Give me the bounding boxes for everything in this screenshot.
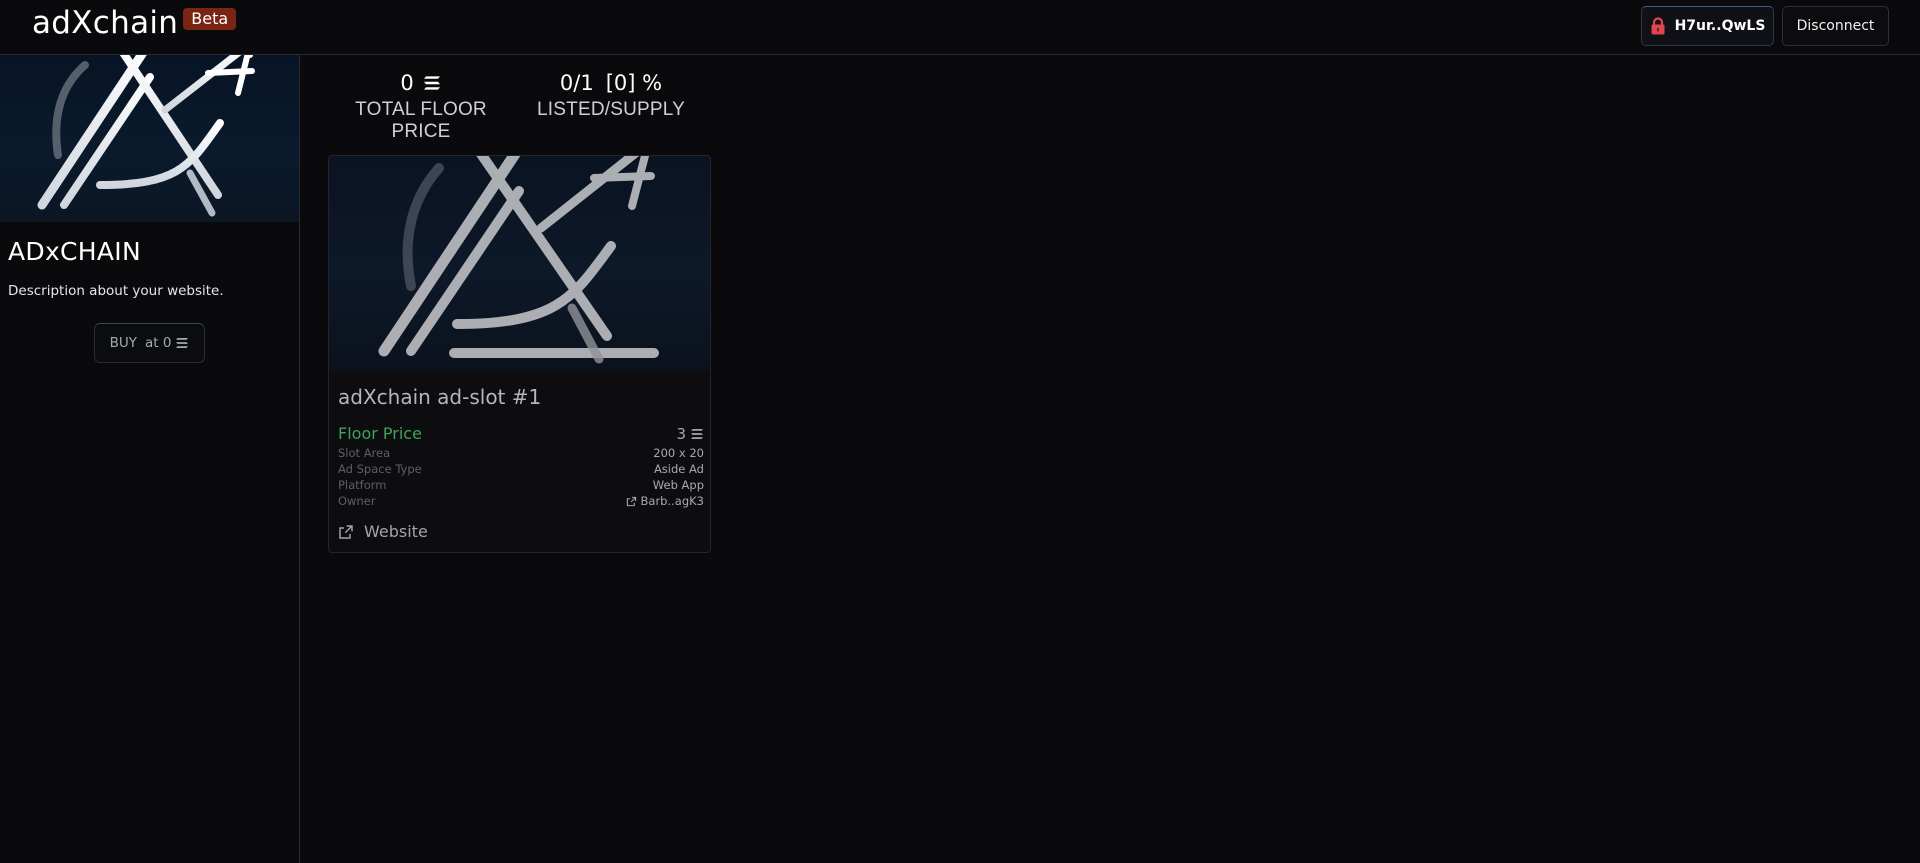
solana-icon xyxy=(691,428,703,439)
floor-price-value: 3 xyxy=(676,424,686,443)
detail-value: Aside Ad xyxy=(653,462,704,476)
beta-badge: Beta xyxy=(183,8,237,30)
detail-key: Slot Area xyxy=(338,446,391,460)
external-link-icon xyxy=(626,496,636,506)
detail-row-owner: Owner Barb..agK3 xyxy=(338,493,704,509)
website-link[interactable]: Website xyxy=(338,522,428,541)
owner-address: Barb..agK3 xyxy=(640,494,704,508)
ad-slot-details: Slot Area 200 x 20 Ad Space Type Aside A… xyxy=(338,445,704,509)
solana-icon xyxy=(176,338,189,348)
total-floor-price-label: TOTAL FLOOR PRICE xyxy=(355,99,487,142)
detail-key: Owner xyxy=(338,494,376,508)
buy-price: at 0 xyxy=(144,335,172,351)
listed-supply-value: 0/1 xyxy=(559,71,594,95)
detail-value: 200 x 20 xyxy=(653,446,704,460)
detail-key: Ad Space Type xyxy=(338,462,422,476)
disconnect-button[interactable]: Disconnect xyxy=(1782,6,1889,46)
detail-row-slot-area: Slot Area 200 x 20 xyxy=(338,445,704,461)
total-floor-price-value: 0 xyxy=(400,71,414,95)
brand[interactable]: adXchain Beta xyxy=(32,4,237,42)
floor-price-value-wrap: 3 xyxy=(676,425,704,443)
buy-button[interactable]: BUY at 0 xyxy=(94,323,205,363)
detail-row-ad-space-type: Ad Space Type Aside Ad xyxy=(338,461,704,477)
detail-value: Web App xyxy=(652,478,704,492)
external-link-icon xyxy=(339,524,353,539)
ad-slot-image xyxy=(329,156,710,371)
owner-link[interactable]: Barb..agK3 xyxy=(626,493,704,509)
wallet-address-label: H7ur..QwLS xyxy=(1674,18,1766,34)
site-title: ADxCHAIN xyxy=(8,237,141,266)
listed-supply-label: LISTED/SUPPLY xyxy=(537,99,685,120)
site-banner-image xyxy=(0,55,299,222)
ad-slot-card[interactable]: adXchain ad-slot #1 Floor Price 3 Slot A… xyxy=(328,155,711,553)
sidebar: ADxCHAIN Description about your website.… xyxy=(0,55,300,863)
website-label: Website xyxy=(364,522,428,541)
listed-percent: [0] % xyxy=(605,71,663,95)
site-description: Description about your website. xyxy=(8,283,224,299)
total-floor-price-stat: 0 TOTAL FLOOR PRICE xyxy=(326,70,516,143)
floor-price-row: Floor Price 3 xyxy=(338,424,704,443)
floor-price-label: Floor Price xyxy=(338,424,422,443)
solana-icon xyxy=(423,76,440,90)
lock-icon xyxy=(1651,17,1665,35)
adxchain-logo xyxy=(37,55,259,217)
listed-supply-stat: 0/1 [0] % LISTED/SUPPLY xyxy=(536,70,686,121)
adxchain-logo xyxy=(378,156,659,364)
wallet-address-button[interactable]: H7ur..QwLS xyxy=(1641,6,1774,46)
detail-key: Platform xyxy=(338,478,387,492)
ad-slot-title: adXchain ad-slot #1 xyxy=(338,385,542,409)
buy-label: BUY xyxy=(109,335,137,351)
detail-row-platform: Platform Web App xyxy=(338,477,704,493)
brand-name[interactable]: adXchain xyxy=(32,4,178,42)
top-header: adXchain Beta H7ur..QwLS Disconnect xyxy=(0,0,1920,55)
